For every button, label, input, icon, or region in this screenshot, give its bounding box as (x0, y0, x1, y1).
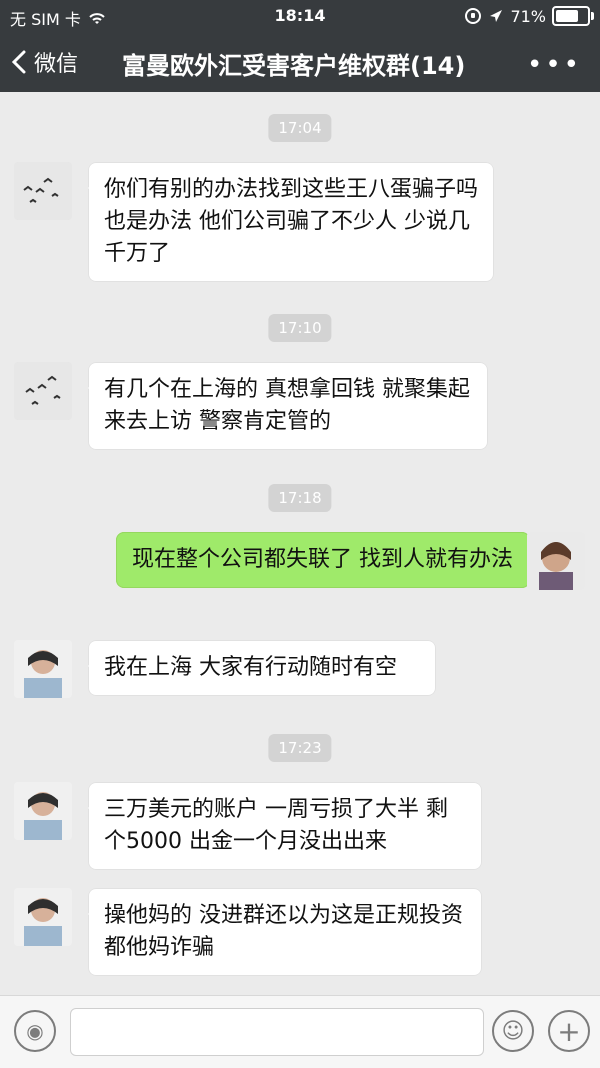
voice-input-button[interactable]: ◉ (14, 1010, 56, 1052)
rotation-lock-icon (464, 7, 482, 25)
avatar[interactable] (14, 782, 72, 840)
message-bubble[interactable]: 有几个在上海的 真想拿回钱 就聚集起来去上访 警察肯定管的 (88, 362, 488, 450)
back-button[interactable]: 微信 (10, 46, 78, 78)
message-bubble[interactable]: 操他妈的 没进群还以为这是正规投资 都他妈诈骗 (88, 888, 482, 976)
time-stamp: 17:04 (268, 114, 332, 142)
message-input[interactable] (70, 1008, 484, 1056)
message-text: 你们有别的办法找到这些王八蛋骗子吗 也是办法 他们公司骗了不少人 少说几千万了 (104, 177, 479, 266)
chevron-left-icon (10, 50, 28, 74)
message-text: 现在整个公司都失联了 找到人就有办法 (132, 547, 513, 572)
voice-icon: ◉ (26, 1019, 44, 1043)
more-options-button[interactable]: ••• (527, 50, 582, 80)
message-text: 操他妈的 没进群还以为这是正规投资 都他妈诈骗 (104, 903, 463, 960)
battery-icon (552, 6, 594, 26)
location-arrow-icon (488, 8, 504, 24)
avatar[interactable] (14, 362, 72, 420)
message-bubble[interactable]: 三万美元的账户 一周亏损了大半 剩个5000 出金一个月没出出来 (88, 782, 482, 870)
chat-area[interactable]: 17:04 你们有别的办法找到这些王八蛋骗子吗 也是办法 他们公司骗了不少人 少… (0, 92, 600, 995)
nav-bar: 微信 富曼欧外汇受害客户维权群(14) ••• (0, 32, 600, 92)
status-right: 71% (464, 6, 594, 26)
more-actions-button[interactable]: + (548, 1010, 590, 1052)
message-bubble-self[interactable]: 现在整个公司都失联了 找到人就有办法 (116, 532, 530, 588)
message-text: 三万美元的账户 一周亏损了大半 剩个5000 出金一个月没出出来 (104, 797, 448, 854)
avatar-self[interactable] (527, 532, 585, 590)
time-stamp: 17:18 (268, 484, 332, 512)
time-stamp: 17:10 (268, 314, 332, 342)
avatar[interactable] (14, 162, 72, 220)
back-label: 微信 (34, 52, 79, 77)
plus-icon: + (557, 1014, 581, 1048)
message-text: 我在上海 大家有行动随时有空 (104, 655, 397, 680)
chat-title: 富曼欧外汇受害客户维权群(14) (122, 52, 466, 80)
status-bar: 无 SIM 卡 18:14 71% (0, 0, 600, 32)
input-bar: ◉ ☺ + (0, 995, 600, 1068)
avatar[interactable] (14, 640, 72, 698)
message-bubble[interactable]: 我在上海 大家有行动随时有空 (88, 640, 436, 696)
top-bar: 无 SIM 卡 18:14 71% 微信 富曼欧外汇受害客户维权群(14) ••… (0, 0, 600, 92)
battery-percent: 71% (510, 6, 546, 26)
emoji-button[interactable]: ☺ (492, 1010, 534, 1052)
time-stamp: 17:23 (268, 734, 332, 762)
avatar[interactable] (14, 888, 72, 946)
message-bubble[interactable]: 你们有别的办法找到这些王八蛋骗子吗 也是办法 他们公司骗了不少人 少说几千万了 (88, 162, 494, 282)
message-text: 有几个在上海的 真想拿回钱 就聚集起来去上访 警察肯定管的 (104, 377, 470, 434)
emoji-icon: ☺ (501, 1018, 525, 1044)
more-dots-icon: ••• (526, 50, 582, 80)
